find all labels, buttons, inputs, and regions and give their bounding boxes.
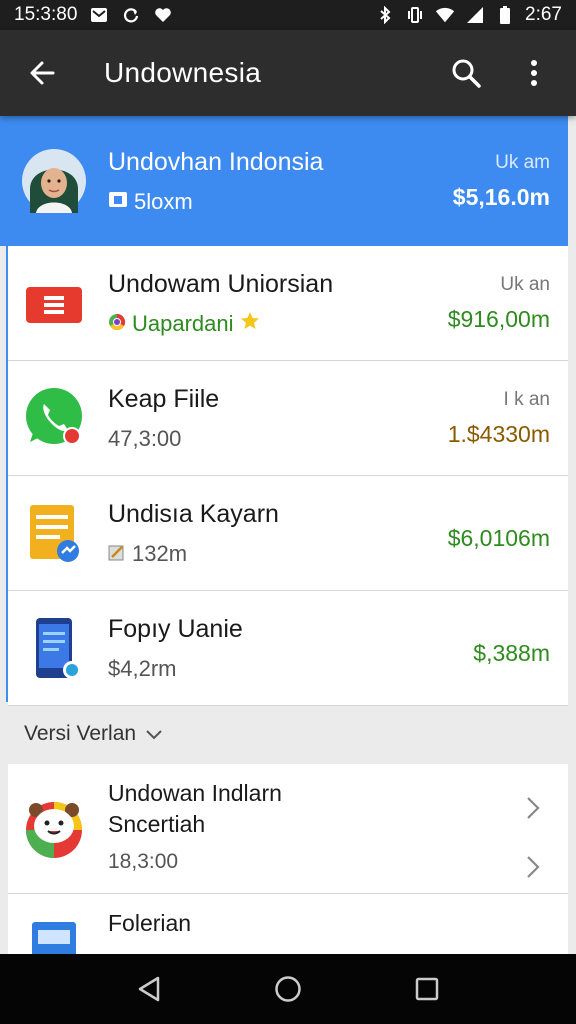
item-subtitle: 132m (132, 541, 188, 566)
folder-icon (108, 189, 128, 215)
section-header[interactable]: Versi Verlan (24, 722, 162, 746)
status-bar: 15:3:80 2:67 (0, 0, 576, 30)
circle-home-icon (275, 976, 301, 1002)
app-bar: Undownesia (0, 30, 576, 116)
item-amount: $916,00m (447, 305, 550, 332)
vibrate-icon (405, 5, 425, 25)
list-item[interactable]: Undowam Uniorsian Uapardani Uk an $916,0… (8, 246, 568, 361)
item-subtitle: $4,2rm (108, 656, 177, 681)
list-item-selected[interactable]: Undovhan Indonsia 5loxm Uk am $5,16.0m (0, 116, 568, 246)
cartoon-bear-icon (22, 796, 86, 860)
card-item[interactable]: Undowan Indlarn Sncertiah 18,3:00 (8, 764, 568, 894)
item-title: Fopıy Uanie (108, 615, 243, 643)
red-document-icon (22, 271, 86, 335)
back-nav-button[interactable] (127, 967, 171, 1011)
item-label: Uk am (495, 151, 550, 173)
battery-icon (495, 5, 515, 25)
whatsapp-icon (22, 386, 86, 450)
back-button[interactable] (20, 51, 64, 95)
edit-icon (108, 541, 126, 567)
item-title: Keap Fiile (108, 385, 220, 413)
item-title: Undisıa Kayarn (108, 500, 279, 528)
transaction-list: Undovhan Indonsia 5loxm Uk am $5,16.0m U… (0, 116, 568, 706)
signal-icon (465, 5, 485, 25)
item-title: Undovhan Indonsia (108, 148, 324, 176)
page-title: Undownesia (104, 57, 262, 88)
chrome-icon (108, 311, 126, 337)
avatar (22, 149, 86, 213)
item-label: Uk an (500, 273, 550, 295)
sync-icon (121, 5, 141, 25)
bluetooth-icon (375, 5, 395, 25)
arrow-back-icon (30, 61, 55, 85)
section-label: Versi Verlan (24, 722, 137, 745)
list-item[interactable]: Undisıa Kayarn 132m $6,0106m (8, 476, 568, 591)
item-amount: 1.$4330m (447, 420, 550, 447)
more-vert-icon (531, 60, 537, 86)
recents-nav-button[interactable] (405, 967, 449, 1011)
home-nav-button[interactable] (266, 967, 310, 1011)
card-title-line1: Undowan Indlarn (108, 780, 282, 806)
list-item[interactable]: Keap Fiile 47,3:00 I k an 1.$4330m (8, 361, 568, 476)
card-list: Undowan Indlarn Sncertiah 18,3:00 Foleri… (8, 764, 568, 978)
wifi-icon (435, 5, 455, 25)
chevron-down-icon (146, 722, 162, 746)
card-title-line2: Sncertiah (108, 811, 206, 838)
heart-icon (153, 5, 173, 25)
search-icon (452, 59, 481, 88)
square-recents-icon (415, 977, 438, 1001)
item-amount: $,388m (473, 639, 550, 666)
search-button[interactable] (444, 51, 488, 95)
list-item[interactable]: Fopıy Uanie $4,2rm $,388m (8, 591, 568, 706)
triangle-back-icon (139, 976, 160, 1002)
card-title-line1: Folerian (108, 910, 192, 936)
chevron-right-icon[interactable] (526, 796, 550, 825)
item-amount: $5,16.0m (452, 183, 550, 210)
item-subtitle: 47,3:00 (108, 426, 182, 451)
status-clock-right: 2:67 (525, 4, 562, 25)
mail-icon (89, 5, 109, 25)
yellow-notes-icon (22, 501, 86, 565)
more-options-button[interactable] (512, 51, 556, 95)
navigation-bar (0, 954, 576, 1024)
item-amount: $6,0106m (447, 524, 550, 551)
item-label: I k an (503, 388, 550, 410)
item-title: Undowam Uniorsian (108, 270, 334, 298)
chevron-right-icon[interactable] (526, 855, 550, 884)
star-icon (240, 311, 260, 337)
phone-app-icon (22, 616, 86, 680)
item-subtitle: Uapardani (132, 311, 234, 336)
status-time: 15:3:80 (14, 4, 78, 25)
item-subtitle: 5loxm (134, 189, 193, 214)
card-subtitle: 18,3:00 (108, 850, 179, 874)
